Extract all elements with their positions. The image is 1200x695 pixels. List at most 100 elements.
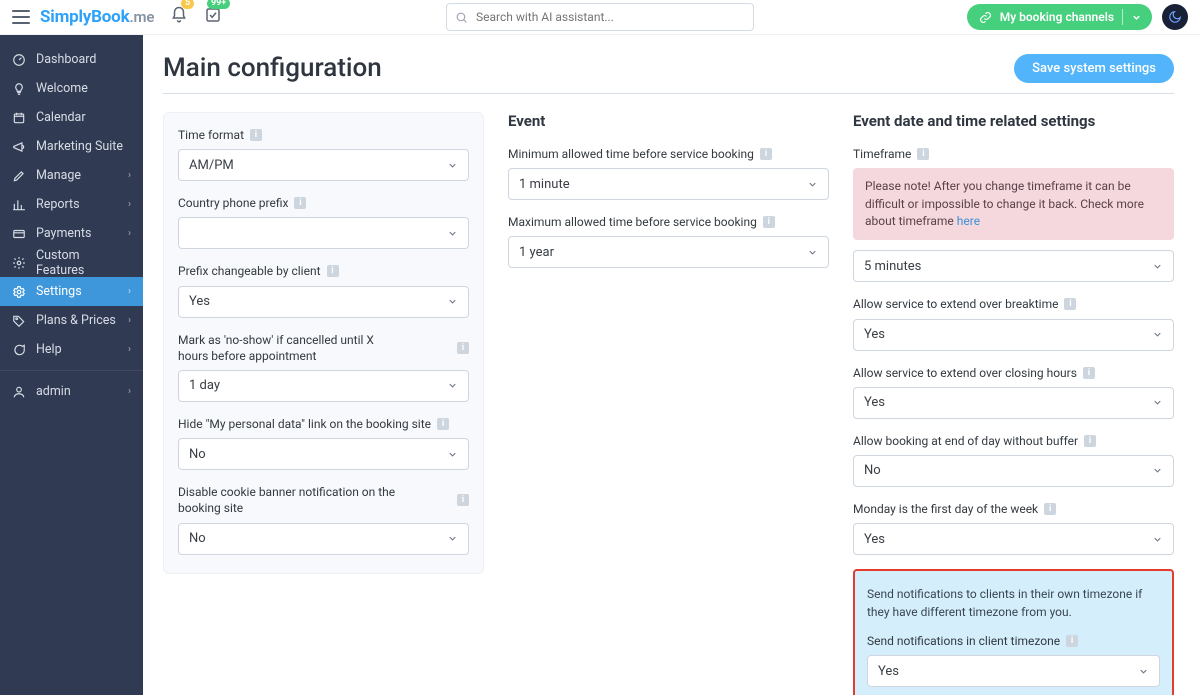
info-icon[interactable]: i bbox=[760, 148, 772, 160]
tasks-badge: 99+ bbox=[207, 0, 230, 9]
select-max-time[interactable]: 1 year bbox=[508, 236, 829, 268]
booking-channels-label: My booking channels bbox=[1000, 10, 1114, 24]
sidebar-item-admin[interactable]: admin › bbox=[0, 377, 143, 406]
sidebar-item-label: Reports bbox=[36, 197, 80, 212]
info-icon[interactable]: i bbox=[437, 418, 449, 430]
field-cookie-banner: Disable cookie banner notification on th… bbox=[178, 484, 469, 554]
sidebar-item-manage[interactable]: Manage › bbox=[0, 161, 143, 190]
tasks-button[interactable]: 99+ bbox=[204, 6, 222, 28]
pencil-icon bbox=[12, 169, 26, 183]
chevron-down-icon bbox=[1138, 666, 1149, 677]
field-timeframe: Timeframei Please note! After you change… bbox=[853, 146, 1174, 282]
page-header: Main configuration Save system settings bbox=[163, 53, 1174, 94]
search-input[interactable] bbox=[474, 9, 745, 25]
sidebar-item-welcome[interactable]: Welcome bbox=[0, 74, 143, 103]
chevron-right-icon: › bbox=[128, 170, 131, 181]
field-country-prefix: Country phone prefixi bbox=[178, 195, 469, 249]
sidebar-item-label: Custom Features bbox=[36, 248, 131, 278]
field-monday-first: Monday is the first day of the weeki Yes bbox=[853, 501, 1174, 555]
info-icon[interactable]: i bbox=[763, 216, 775, 228]
sidebar-item-marketing[interactable]: Marketing Suite bbox=[0, 132, 143, 161]
chevron-down-icon bbox=[447, 228, 458, 239]
select-time-format[interactable]: AM/PM bbox=[178, 149, 469, 181]
tag-icon bbox=[12, 314, 26, 328]
select-hide-personal[interactable]: No bbox=[178, 438, 469, 470]
sidebar-item-help[interactable]: Help › bbox=[0, 335, 143, 364]
select-min-time[interactable]: 1 minute bbox=[508, 168, 829, 200]
field-notif-tz: Send notifications in client timezonei Y… bbox=[867, 633, 1160, 687]
timezone-highlight-box: Send notifications to clients in their o… bbox=[853, 569, 1174, 695]
booking-channels-button[interactable]: My booking channels bbox=[967, 4, 1152, 30]
select-notif-tz[interactable]: Yes bbox=[867, 655, 1160, 687]
chevron-down-icon bbox=[1152, 261, 1163, 272]
warning-link[interactable]: here bbox=[957, 214, 980, 228]
info-icon[interactable]: i bbox=[1084, 435, 1096, 447]
logo-text-b: Book bbox=[91, 7, 129, 27]
sidebar-item-label: Marketing Suite bbox=[36, 139, 123, 154]
sidebar-item-payments[interactable]: Payments › bbox=[0, 219, 143, 248]
select-extend-break[interactable]: Yes bbox=[853, 319, 1174, 351]
theme-toggle[interactable] bbox=[1162, 4, 1188, 30]
notifications-badge: 5 bbox=[181, 0, 194, 9]
hamburger-menu[interactable] bbox=[12, 10, 30, 24]
field-extend-closing: Allow service to extend over closing hou… bbox=[853, 365, 1174, 419]
label: Maximum allowed time before service book… bbox=[508, 214, 757, 230]
field-prefix-changeable: Prefix changeable by clienti Yes bbox=[178, 263, 469, 317]
info-icon[interactable]: i bbox=[917, 148, 929, 160]
save-button[interactable]: Save system settings bbox=[1014, 54, 1174, 83]
select-extend-closing[interactable]: Yes bbox=[853, 387, 1174, 419]
select-no-show[interactable]: 1 day bbox=[178, 370, 469, 402]
chevron-down-icon bbox=[1152, 534, 1163, 545]
logo[interactable]: SimplyBook.me bbox=[40, 7, 154, 27]
chevron-right-icon: › bbox=[128, 199, 131, 210]
label: Allow service to extend over breaktime bbox=[853, 296, 1058, 312]
label: Disable cookie banner notification on th… bbox=[178, 484, 398, 516]
gear-icon bbox=[12, 256, 26, 270]
chevron-down-icon bbox=[807, 179, 818, 190]
select-cookie-banner[interactable]: No bbox=[178, 523, 469, 555]
sidebar-item-reports[interactable]: Reports › bbox=[0, 190, 143, 219]
info-icon[interactable]: i bbox=[1064, 298, 1076, 310]
sidebar-item-settings[interactable]: Settings › bbox=[0, 277, 143, 306]
topbar: SimplyBook.me 5 99+ My booking channels bbox=[0, 0, 1200, 35]
info-icon[interactable]: i bbox=[327, 265, 339, 277]
chevron-down-icon bbox=[1152, 465, 1163, 476]
global-search[interactable] bbox=[446, 3, 754, 31]
chevron-down-icon bbox=[447, 160, 458, 171]
label: Hide "My personal data" link on the book… bbox=[178, 416, 431, 432]
notifications-button[interactable]: 5 bbox=[170, 6, 188, 28]
sidebar-item-plans[interactable]: Plans & Prices › bbox=[0, 306, 143, 335]
sidebar-item-label: admin bbox=[36, 384, 71, 399]
warning-text: Please note! After you change timeframe … bbox=[865, 179, 1144, 228]
info-icon[interactable]: i bbox=[457, 494, 469, 506]
sidebar-item-label: Dashboard bbox=[36, 52, 96, 67]
page-title: Main configuration bbox=[163, 53, 382, 83]
field-no-show: Mark as 'no-show' if cancelled until X h… bbox=[178, 332, 469, 402]
label: Allow booking at end of day without buff… bbox=[853, 433, 1078, 449]
info-icon[interactable]: i bbox=[250, 129, 262, 141]
info-icon[interactable]: i bbox=[1083, 367, 1095, 379]
sidebar-item-label: Calendar bbox=[36, 110, 86, 125]
select-country-prefix[interactable] bbox=[178, 217, 469, 249]
chevron-down-icon bbox=[447, 533, 458, 544]
label: Mark as 'no-show' if cancelled until X h… bbox=[178, 332, 398, 364]
sidebar-item-calendar[interactable]: Calendar bbox=[0, 103, 143, 132]
info-icon[interactable]: i bbox=[294, 197, 306, 209]
select-end-of-day[interactable]: No bbox=[853, 455, 1174, 487]
label: Time format bbox=[178, 127, 244, 143]
sidebar-item-dashboard[interactable]: Dashboard bbox=[0, 45, 143, 74]
calendar-icon bbox=[12, 111, 26, 125]
chevron-right-icon: › bbox=[128, 344, 131, 355]
select-prefix-changeable[interactable]: Yes bbox=[178, 286, 469, 318]
sidebar-item-custom-features[interactable]: Custom Features bbox=[0, 248, 143, 277]
megaphone-icon bbox=[12, 140, 26, 154]
sidebar-item-label: Plans & Prices bbox=[36, 313, 116, 328]
logo-text-a: Simply bbox=[40, 7, 91, 27]
info-icon[interactable]: i bbox=[1066, 635, 1078, 647]
link-icon bbox=[979, 11, 992, 24]
gauge-icon bbox=[12, 53, 26, 67]
info-icon[interactable]: i bbox=[1044, 503, 1056, 515]
select-timeframe[interactable]: 5 minutes bbox=[853, 250, 1174, 282]
info-icon[interactable]: i bbox=[457, 342, 469, 354]
select-monday-first[interactable]: Yes bbox=[853, 523, 1174, 555]
